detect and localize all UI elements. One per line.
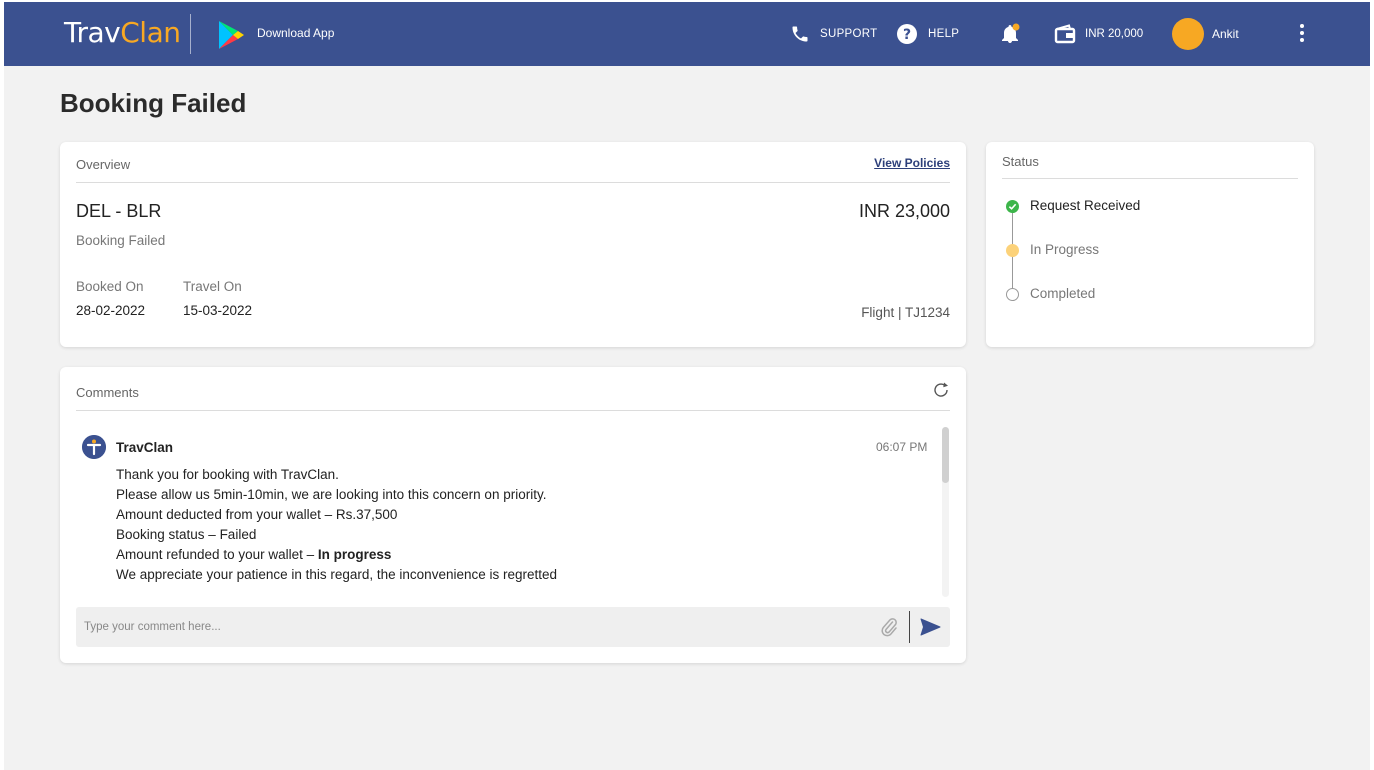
- flight-number: Flight | TJ1234: [861, 305, 950, 320]
- refund-status: In progress: [317, 547, 392, 562]
- status-card: Status Request Received In Progress Comp…: [986, 142, 1314, 347]
- help-circle-icon: ?: [897, 24, 917, 44]
- comment-line: Thank you for booking with TravClan.: [116, 467, 339, 482]
- booked-on-label: Booked On: [76, 279, 144, 294]
- status-title: Status: [1002, 154, 1039, 169]
- comments-card: Comments TravClan 06:07 PM Thank you for…: [60, 367, 966, 663]
- booking-status-text: Booking Failed: [76, 233, 166, 248]
- overview-header: Overview View Policies: [76, 142, 950, 183]
- in-progress-dot-icon: [1006, 244, 1019, 257]
- comments-header: Comments: [76, 367, 950, 411]
- comment-input[interactable]: [76, 607, 866, 647]
- download-app-link[interactable]: Download App: [257, 26, 334, 40]
- svg-text:?: ?: [903, 27, 911, 43]
- paperclip-icon[interactable]: [878, 616, 900, 638]
- more-vertical-icon[interactable]: [1300, 24, 1304, 44]
- view-policies-link[interactable]: View Policies: [874, 156, 950, 170]
- composer-divider: [909, 611, 910, 643]
- travel-on-date: 15-03-2022: [183, 303, 253, 318]
- refund-prefix: Amount refunded to your wallet –: [116, 547, 318, 562]
- status-step-completed: Completed: [1030, 286, 1096, 301]
- support-label: SUPPORT: [820, 28, 878, 40]
- logo-trav-text: Trav: [64, 16, 121, 49]
- check-circle-icon: [1006, 200, 1019, 213]
- route-text: DEL - BLR: [76, 201, 162, 221]
- status-step-request-received: Request Received: [1030, 198, 1141, 213]
- user-avatar[interactable]: [1172, 18, 1204, 50]
- comment-time: 06:07 PM: [876, 440, 928, 454]
- status-header: Status: [1002, 142, 1298, 179]
- overview-card: Overview View Policies DEL - BLR INR 23,…: [60, 142, 966, 347]
- booking-price: INR 23,000: [858, 201, 950, 221]
- header-divider: [190, 14, 191, 54]
- comment-line: Amount deducted from your wallet – Rs.37…: [116, 507, 398, 522]
- comments-title: Comments: [76, 385, 139, 400]
- user-name[interactable]: Ankit: [1212, 27, 1239, 41]
- pending-circle-icon: [1006, 288, 1019, 301]
- comment-sender: TravClan: [116, 440, 174, 455]
- phone-icon: [792, 26, 808, 42]
- comments-scrollbar[interactable]: [942, 427, 949, 597]
- google-play-icon[interactable]: [216, 20, 246, 50]
- comment-body: Thank you for booking with TravClan. Ple…: [116, 465, 916, 585]
- support-button[interactable]: SUPPORT: [790, 2, 877, 66]
- comment-line: We appreciate your patience in this rega…: [116, 567, 558, 582]
- wallet-button[interactable]: INR 20,000: [1054, 2, 1143, 66]
- status-step-in-progress: In Progress: [1030, 242, 1100, 257]
- comment-composer: [76, 607, 950, 647]
- comment-line: Booking status – Failed: [116, 527, 257, 542]
- travclan-avatar-icon: [82, 435, 106, 459]
- travclan-logo[interactable]: TravClan: [64, 16, 181, 49]
- logo-clan-text: Clan: [120, 16, 181, 49]
- travel-on-label: Travel On: [183, 279, 242, 294]
- comment-line-refund: Amount refunded to your wallet – In prog…: [116, 545, 916, 565]
- booked-on-date: 28-02-2022: [76, 303, 146, 318]
- comment-line: Please allow us 5min-10min, we are looki…: [116, 487, 547, 502]
- top-navbar: TravClan Download App SUPPORT ? HELP INR…: [4, 2, 1370, 66]
- bell-icon: [1002, 23, 1020, 43]
- notifications-button[interactable]: [999, 2, 1021, 66]
- refresh-icon[interactable]: [932, 381, 950, 399]
- wallet-icon: [1054, 24, 1076, 44]
- help-button[interactable]: ? HELP: [896, 2, 959, 66]
- send-icon[interactable]: [919, 616, 941, 638]
- app-frame: TravClan Download App SUPPORT ? HELP INR…: [4, 2, 1370, 770]
- scrollbar-thumb[interactable]: [942, 427, 949, 483]
- page-title: Booking Failed: [60, 88, 247, 118]
- wallet-balance: INR 20,000: [1085, 28, 1144, 40]
- help-label: HELP: [928, 28, 960, 40]
- overview-title: Overview: [76, 157, 131, 172]
